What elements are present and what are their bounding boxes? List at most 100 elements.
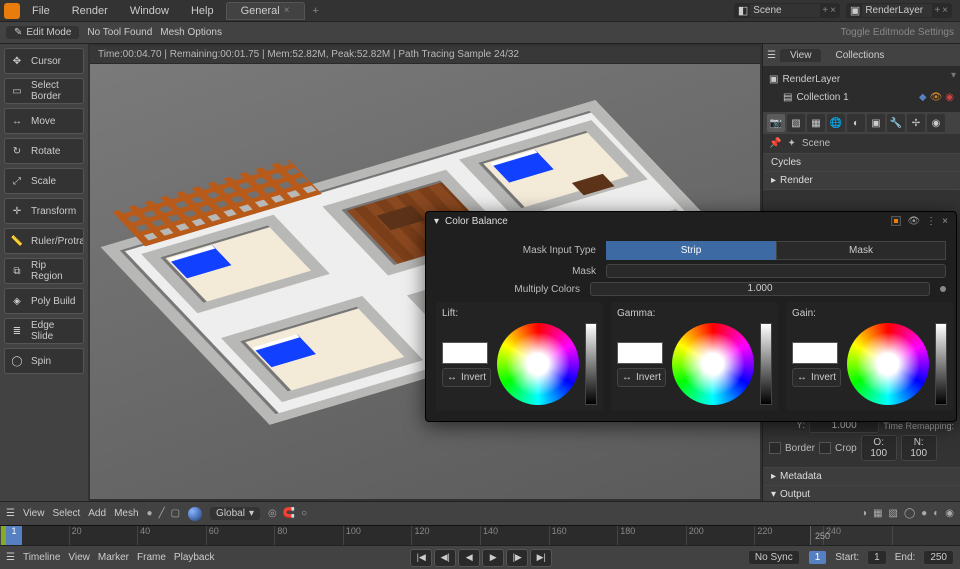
toggle-settings-hint[interactable]: Toggle Editmode Settings <box>841 27 954 38</box>
playback-view-menu[interactable]: View <box>68 552 90 563</box>
eye-icon[interactable]: 👁 <box>907 216 920 227</box>
tool-ruler[interactable]: 📏Ruler/Protrac... <box>4 228 84 254</box>
prop-tab-render[interactable]: 📷 <box>767 114 785 132</box>
mesh-options-dropdown[interactable]: Mesh Options <box>160 27 222 38</box>
tool-spin[interactable]: ◯Spin <box>4 348 84 374</box>
tool-rotate[interactable]: ↻Rotate <box>4 138 84 164</box>
prop-tab-world[interactable]: ◐ <box>847 114 865 132</box>
close-icon[interactable]: × <box>284 5 290 16</box>
close-icon[interactable]: × <box>942 216 948 227</box>
gain-swatch[interactable] <box>792 342 838 364</box>
prop-tab-modifier[interactable]: 🔧 <box>887 114 905 132</box>
start-frame-field[interactable]: 1 <box>867 550 887 565</box>
mode-dropdown[interactable]: ✎ Edit Mode <box>6 26 79 39</box>
mask-type-mask[interactable]: Mask <box>776 241 946 260</box>
output-section-header[interactable]: ▾ Output <box>763 486 960 501</box>
select-toggle-icon[interactable]: ◆ <box>919 92 927 103</box>
orientation-dropdown[interactable]: Global ▾ <box>210 507 260 520</box>
wireframe-icon[interactable]: ◯ <box>904 508 915 519</box>
sync-mode-dropdown[interactable]: No Sync <box>748 550 800 565</box>
add-workspace-button[interactable]: + <box>307 3 325 19</box>
tool-cursor[interactable]: ✥Cursor <box>4 48 84 74</box>
prop-tab-view[interactable]: ▦ <box>807 114 825 132</box>
multiply-slider[interactable]: 1.000 <box>590 282 930 296</box>
add-icon[interactable]: + <box>822 5 828 16</box>
scene-selector[interactable]: ◧ + × <box>734 3 840 18</box>
lift-color-wheel[interactable] <box>497 323 579 405</box>
face-select-icon[interactable]: ▢ <box>171 508 180 519</box>
pin-icon[interactable]: 📌 <box>769 138 781 149</box>
close-icon[interactable]: × <box>942 5 948 16</box>
timeline[interactable]: 1 20406080100120140160180200220240 250 <box>0 525 960 545</box>
shading-mode-icon[interactable] <box>188 507 202 521</box>
editor-type-icon[interactable]: ☰ <box>6 508 15 519</box>
menu-help[interactable]: Help <box>181 3 224 19</box>
gain-value-slider[interactable] <box>935 323 947 405</box>
gamma-color-wheel[interactable] <box>672 323 754 405</box>
snap-icon[interactable]: 🧲 <box>283 508 295 519</box>
outliner-row-collection[interactable]: ▤ Collection 1 ◆ 👁 ◉ <box>769 88 954 106</box>
engine-dropdown[interactable]: Cycles <box>763 154 960 171</box>
tool-select-border[interactable]: ▭Select Border <box>4 78 84 104</box>
playback-frame-menu[interactable]: Frame <box>137 552 166 563</box>
renderlayer-field[interactable] <box>862 4 932 17</box>
workspace-tab-general[interactable]: General × <box>226 2 305 20</box>
timeline-range-end[interactable] <box>810 526 960 545</box>
playback-marker-menu[interactable]: Marker <box>98 552 129 563</box>
jump-start-button[interactable]: |◀ <box>410 549 432 567</box>
prop-tab-object[interactable]: ▣ <box>867 114 885 132</box>
mask-field[interactable] <box>606 264 946 278</box>
close-icon[interactable]: × <box>830 5 836 16</box>
color-balance-panel[interactable]: ▾ Color Balance 👁 ⋮ × Mask Input Type St… <box>425 211 957 422</box>
mask-type-strip[interactable]: Strip <box>606 241 776 260</box>
panel-enable-checkbox[interactable] <box>891 216 901 226</box>
playback-menu[interactable]: Playback <box>174 552 215 563</box>
viewport-select-menu[interactable]: Select <box>52 508 80 519</box>
gain-invert-button[interactable]: ↔Invert <box>792 368 841 387</box>
tool-transform[interactable]: ✛Transform <box>4 198 84 224</box>
keyframe-dot-icon[interactable] <box>940 286 946 292</box>
edge-select-icon[interactable]: ╱ <box>159 508 165 519</box>
menu-file[interactable]: File <box>22 3 60 19</box>
editor-type-icon[interactable]: ☰ <box>767 50 776 61</box>
viewport-mesh-menu[interactable]: Mesh <box>114 508 138 519</box>
render-section-header[interactable]: ▸ Render <box>763 172 960 189</box>
menu-window[interactable]: Window <box>120 3 179 19</box>
add-icon[interactable]: + <box>934 5 940 16</box>
metadata-section-header[interactable]: ▸ Metadata <box>763 468 960 485</box>
chevron-down-icon[interactable]: ▾ <box>434 216 439 227</box>
filter-icon[interactable]: ▾ <box>951 70 956 81</box>
remap-new-field[interactable]: N: 100 <box>901 435 937 461</box>
end-frame-field[interactable]: 250 <box>923 550 954 565</box>
pivot-icon[interactable]: ◎ <box>268 508 277 519</box>
renderlayer-selector[interactable]: ▣ + × <box>846 3 952 18</box>
scene-name-field[interactable] <box>750 4 820 17</box>
render-toggle-icon[interactable]: ◉ <box>945 92 954 103</box>
outliner-tab-collections[interactable]: Collections <box>825 49 894 62</box>
border-checkbox[interactable] <box>769 442 781 454</box>
lift-invert-button[interactable]: ↔Invert <box>442 368 491 387</box>
remap-old-field[interactable]: O: 100 <box>861 435 897 461</box>
gamma-value-slider[interactable] <box>760 323 772 405</box>
prop-tab-scene[interactable]: 🌐 <box>827 114 845 132</box>
gamma-swatch[interactable] <box>617 342 663 364</box>
visibility-icon[interactable]: 👁 <box>930 92 943 103</box>
lift-swatch[interactable] <box>442 342 488 364</box>
keyframe-next-button[interactable]: |▶ <box>506 549 528 567</box>
outliner-row-renderlayer[interactable]: ▣ RenderLayer <box>769 70 954 88</box>
proportional-edit-icon[interactable]: ○ <box>301 508 307 519</box>
prop-tab-output[interactable]: ▧ <box>787 114 805 132</box>
crop-checkbox[interactable] <box>819 442 831 454</box>
tool-scale[interactable]: ⤢Scale <box>4 168 84 194</box>
xray-icon[interactable]: ▧ <box>889 508 898 519</box>
viewport-view-menu[interactable]: View <box>23 508 45 519</box>
overlay-icon[interactable]: ▦ <box>873 508 882 519</box>
matprev-icon[interactable]: ◐ <box>933 508 939 519</box>
menu-render[interactable]: Render <box>62 3 118 19</box>
tool-edge-slide[interactable]: ≣Edge Slide <box>4 318 84 344</box>
keyframe-prev-button[interactable]: ◀| <box>434 549 456 567</box>
tool-poly-build[interactable]: ◈Poly Build <box>4 288 84 314</box>
solid-icon[interactable]: ● <box>921 508 927 519</box>
jump-end-button[interactable]: ▶| <box>530 549 552 567</box>
prop-tab-particles[interactable]: ✢ <box>907 114 925 132</box>
